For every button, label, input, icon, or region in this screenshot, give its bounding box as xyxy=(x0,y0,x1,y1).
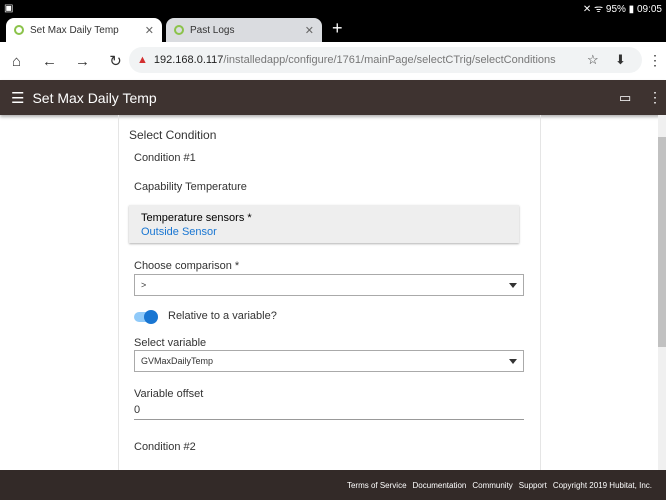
back-icon[interactable]: ← xyxy=(33,53,66,70)
capability-label: Capability Temperature xyxy=(134,181,247,193)
dropdown-arrow-icon xyxy=(509,359,517,368)
app-bar: ☰ Set Max Daily Temp ▭ ⋮ xyxy=(0,80,666,115)
condition-2-label: Condition #2 xyxy=(134,441,196,453)
hubitat-icon xyxy=(14,25,24,35)
reload-icon[interactable]: ↻ xyxy=(99,52,132,70)
footer: Terms of Service Documentation Community… xyxy=(0,470,666,500)
offset-input[interactable]: 0 xyxy=(134,404,524,420)
more-icon[interactable]: ⋮ xyxy=(648,52,662,69)
page-title: Set Max Daily Temp xyxy=(32,89,157,106)
relative-label: Relative to a variable? xyxy=(168,310,277,322)
download-icon[interactable]: ⬇ xyxy=(615,52,626,68)
gallery-icon: ▣ xyxy=(4,2,14,14)
comparison-label: Choose comparison * xyxy=(134,260,240,272)
copyright: Copyright 2019 Hubitat, Inc. xyxy=(552,480,652,490)
comparison-select[interactable]: > xyxy=(134,274,524,296)
variable-label: Select variable xyxy=(134,337,207,349)
footer-link-community[interactable]: Community xyxy=(472,481,512,490)
footer-link-docs[interactable]: Documentation xyxy=(413,481,467,490)
section-title: Select Condition xyxy=(129,128,217,142)
sensor-link[interactable]: Outside Sensor xyxy=(141,226,507,238)
dropdown-arrow-icon xyxy=(509,283,517,292)
address-bar[interactable]: ▲ 192.168.0.117/installedapp/configure/1… xyxy=(129,47,642,73)
condition-1-label: Condition #1 xyxy=(134,152,196,164)
footer-link-terms[interactable]: Terms of Service xyxy=(347,481,407,490)
tab-past-logs[interactable]: Past Logs ✕ xyxy=(166,18,322,42)
warning-icon: ▲ xyxy=(137,54,148,66)
comment-icon[interactable]: ▭ xyxy=(619,90,631,106)
close-icon[interactable]: ✕ xyxy=(305,24,314,37)
hubitat-icon xyxy=(174,25,184,35)
new-tab-button[interactable]: + xyxy=(332,18,343,39)
close-icon[interactable]: ✕ xyxy=(145,24,154,37)
more-icon[interactable]: ⋮ xyxy=(648,89,662,106)
temperature-sensors-field[interactable]: Temperature sensors * Outside Sensor xyxy=(129,205,519,243)
footer-link-support[interactable]: Support xyxy=(519,481,547,490)
tab-set-max-daily-temp[interactable]: Set Max Daily Temp ✕ xyxy=(6,18,162,42)
menu-icon[interactable]: ☰ xyxy=(11,89,24,107)
forward-icon[interactable]: → xyxy=(66,53,99,70)
relative-toggle[interactable] xyxy=(134,310,158,324)
star-icon[interactable]: ☆ xyxy=(587,52,599,68)
variable-select[interactable]: GVMaxDailyTemp xyxy=(134,350,524,372)
status-bar: ▣ ✕ ᯤ 95% ▮ 09:05 xyxy=(0,0,666,16)
offset-label: Variable offset xyxy=(134,388,204,400)
wifi-icon: ✕ ᯤ xyxy=(582,4,606,15)
scrollbar[interactable] xyxy=(658,115,666,470)
home-icon[interactable]: ⌂ xyxy=(0,53,33,70)
tab-strip: Set Max Daily Temp ✕ Past Logs ✕ + xyxy=(0,16,666,42)
